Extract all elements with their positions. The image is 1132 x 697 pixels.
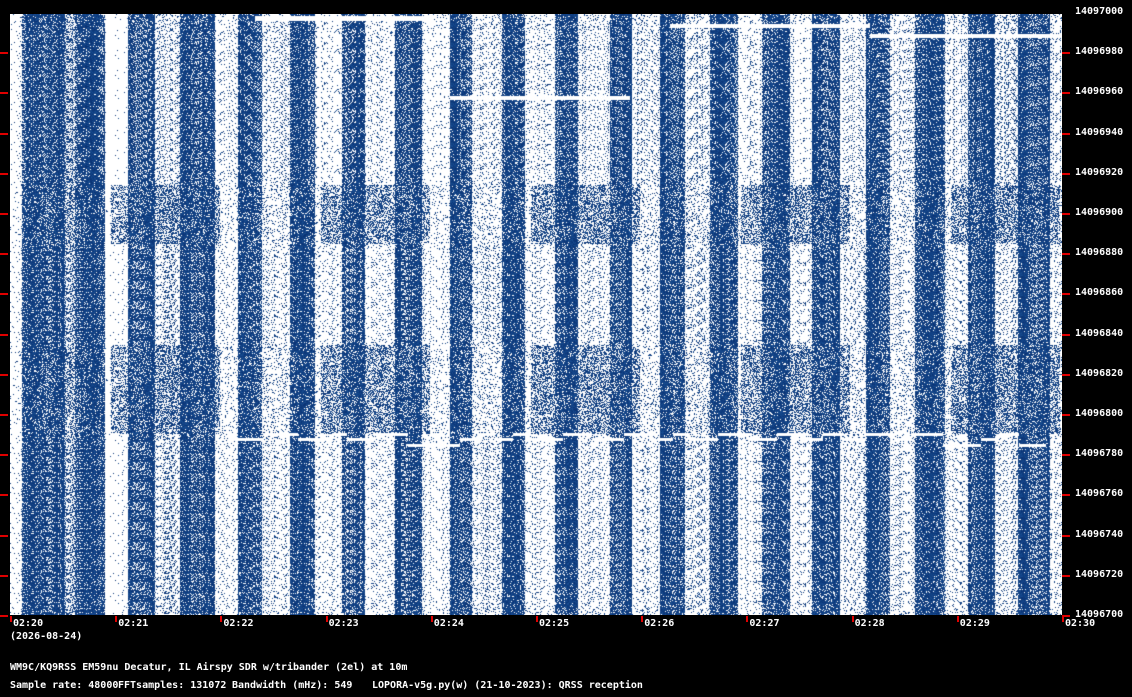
frequency-tick-left [0, 213, 8, 215]
time-label: 02:26 [644, 618, 675, 629]
frequency-label: 14096840 [1075, 327, 1124, 339]
time-label: 02:23 [328, 618, 359, 629]
frequency-tick-left [0, 132, 8, 135]
frequency-tick-right [1062, 333, 1070, 336]
time-tick [956, 616, 959, 622]
time-label: 02:25 [539, 618, 570, 629]
frequency-label: 14096720 [1075, 568, 1124, 580]
time-tick [10, 616, 12, 622]
frequency-label: 14096780 [1075, 448, 1124, 460]
time-tick [851, 616, 854, 622]
frequency-tick-right [1062, 253, 1070, 256]
time-label: 02:28 [854, 618, 885, 629]
frequency-tick-left [0, 253, 8, 256]
frequency-tick-left [0, 615, 8, 617]
frequency-tick-left [0, 293, 8, 296]
frequency-label: 14096960 [1075, 86, 1124, 98]
frequency-label: 14096940 [1075, 126, 1124, 138]
date-label: (2026-08-24) [10, 631, 83, 642]
frequency-tick-right [1062, 574, 1070, 577]
frequency-label: 14096920 [1075, 166, 1124, 178]
time-tick [430, 616, 433, 622]
time-label: 02:27 [749, 618, 780, 629]
time-label: 02:22 [223, 618, 254, 629]
frequency-label: 14096860 [1075, 287, 1124, 299]
time-label: 02:24 [433, 618, 464, 629]
time-label: 02:21 [118, 618, 149, 629]
frequency-tick-right [1062, 172, 1070, 175]
frequency-tick-left [0, 574, 8, 577]
frequency-label: 14097000 [1075, 6, 1124, 17]
frequency-tick-left [0, 454, 8, 457]
frequency-tick-right [1062, 92, 1070, 95]
frequency-tick-left [0, 52, 8, 55]
frequency-tick-right [1062, 132, 1070, 135]
frequency-tick-right [1062, 293, 1070, 296]
frequency-tick-right [1062, 373, 1070, 376]
bandwidth: Bandwidth (mHz): 549 [232, 680, 353, 691]
time-label: 02:20 [13, 618, 44, 629]
frequency-tick-right [1062, 414, 1070, 416]
time-tick [536, 616, 538, 622]
frequency-tick-left [0, 172, 8, 175]
time-tick [641, 616, 644, 622]
time-tick [1062, 616, 1064, 622]
frequency-label: 14096800 [1075, 408, 1124, 419]
frequency-label: 14096740 [1075, 528, 1124, 540]
time-tick [325, 616, 328, 622]
time-label: 02:29 [959, 618, 990, 629]
frequency-label: 14096760 [1075, 488, 1124, 500]
frequency-label: 14096980 [1075, 46, 1124, 58]
frequency-tick-right [1062, 454, 1070, 457]
time-tick [220, 616, 223, 622]
frequency-tick-right [1062, 213, 1070, 215]
frequency-label: 14096820 [1075, 367, 1124, 379]
frequency-tick-right [1062, 534, 1070, 537]
time-tick [746, 616, 749, 622]
fft-samples: FFTsamples: 131072 [118, 680, 227, 691]
frequency-label: 14096880 [1075, 247, 1124, 259]
frequency-tick-left [0, 333, 8, 336]
time-label: 02:30 [1065, 618, 1096, 629]
software-version: LOPORA-v5g.py(w) (21-10-2023): QRSS rece… [372, 680, 643, 691]
frequency-tick-left [0, 494, 8, 497]
time-tick [115, 616, 118, 622]
frequency-tick-left [0, 414, 8, 416]
station-info: WM9C/KQ9RSS EM59nu Decatur, IL Airspy SD… [10, 662, 408, 673]
frequency-tick-left [0, 92, 8, 95]
frequency-tick-right [1062, 494, 1070, 497]
frequency-tick-left [0, 373, 8, 376]
frequency-label: 14096900 [1075, 207, 1124, 218]
frequency-tick-left [0, 534, 8, 537]
frequency-tick-right [1062, 52, 1070, 55]
waterfall-spectrogram [10, 14, 1062, 615]
sample-rate: Sample rate: 48000 [10, 680, 119, 691]
